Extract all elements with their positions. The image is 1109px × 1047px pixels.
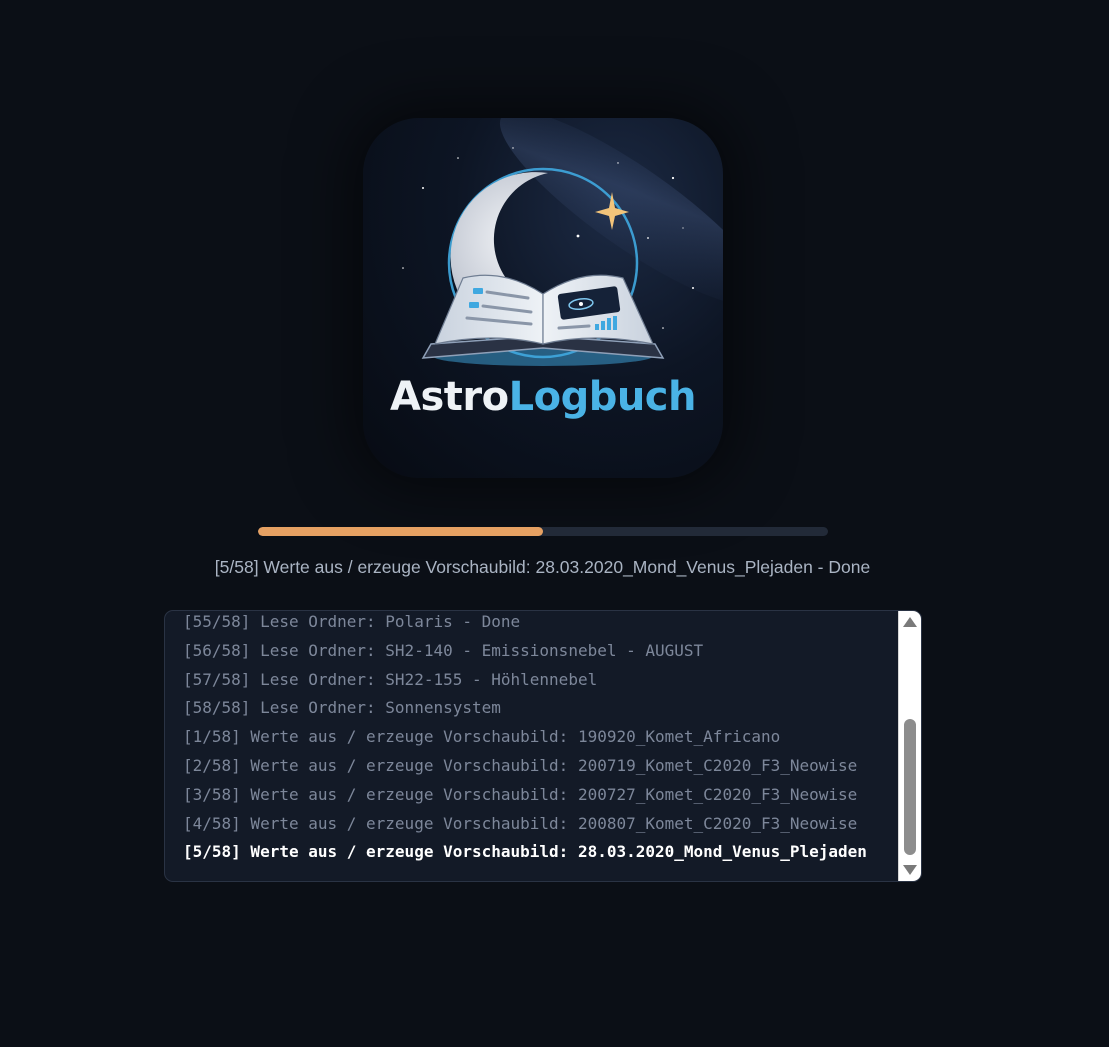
scroll-up-arrow-icon[interactable] [903,617,917,627]
log-line: [57/58] Lese Ordner: SH22-155 - Höhlenne… [183,669,598,689]
logo-text-logbuch: Logbuch [508,374,697,420]
scroll-down-arrow-icon[interactable] [903,865,917,875]
logo-text-astro: Astro [390,374,509,420]
splash-screen: AstroLogbuch [5/58] Werte aus / erzeuge … [0,0,1109,1047]
log-line: [55/58] Lese Ordner: Polaris - Done [183,612,521,631]
progress-bar [258,527,828,536]
log-line: [3/58] Werte aus / erzeuge Vorschaubild:… [183,784,858,804]
logo-wordmark: AstroLogbuch [363,374,723,420]
app-logo: AstroLogbuch [363,118,723,478]
log-line: [1/58] Werte aus / erzeuge Vorschaubild:… [183,727,781,747]
log-panel[interactable]: [55/58] Lese Ordner: Polaris - Done [56/5… [164,610,922,882]
log-lines: [55/58] Lese Ordner: Polaris - Done [56/5… [183,611,879,870]
status-text: [5/58] Werte aus / erzeuge Vorschaubild:… [214,557,871,577]
log-line: [5/58] Werte aus / erzeuge Vorschaubild:… [183,842,867,862]
log-scrollbar[interactable] [898,611,921,881]
scrollbar-thumb[interactable] [904,719,916,855]
log-line: [4/58] Werte aus / erzeuge Vorschaubild:… [183,813,858,833]
progress-bar-fill [258,527,543,536]
moon-book-logo-icon [402,118,723,366]
log-line: [2/58] Werte aus / erzeuge Vorschaubild:… [183,755,858,775]
log-line: [58/58] Lese Ordner: Sonnensystem [183,698,501,718]
log-line: [56/58] Lese Ordner: SH2-140 - Emissions… [183,640,704,660]
